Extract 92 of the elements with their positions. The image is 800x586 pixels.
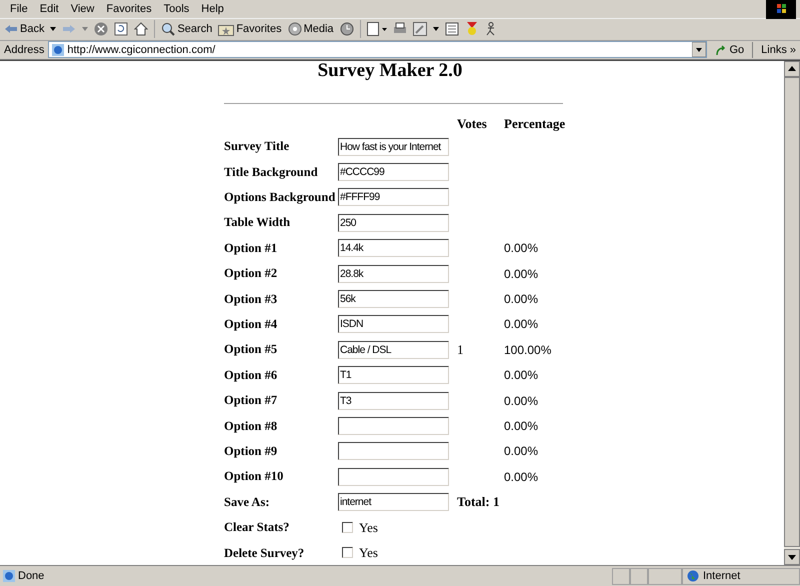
- back-button[interactable]: Back: [4, 21, 44, 38]
- edit-icon[interactable]: [412, 22, 427, 36]
- text-field[interactable]: How fast is your Internet: [338, 138, 449, 156]
- page-title: Survey Maker 2.0: [318, 60, 462, 81]
- running-figure-icon[interactable]: [484, 22, 497, 36]
- field-label: Table Width: [224, 214, 292, 232]
- field-label: Delete Survey?: [224, 544, 306, 562]
- text-field[interactable]: ISDN: [338, 315, 449, 334]
- vote-count: 1: [457, 341, 464, 359]
- caret-icon[interactable]: [50, 27, 56, 32]
- menu-item[interactable]: Tools: [158, 0, 196, 18]
- text-field[interactable]: [338, 442, 449, 460]
- percentage-value: 0.00%: [504, 418, 538, 435]
- percentage-value: 0.00%: [504, 316, 538, 334]
- field-label: Option #1: [224, 240, 278, 257]
- text-field[interactable]: T1: [338, 366, 449, 384]
- field-label: Option #7: [224, 392, 278, 410]
- percentage-value: 0.00%: [504, 367, 538, 384]
- percentage-value: 0.00%: [504, 290, 538, 308]
- windows-logo-icon: [766, 0, 796, 18]
- checkbox-label: Yes: [359, 544, 378, 562]
- field-label: Title Background: [224, 164, 319, 181]
- checkbox-label: Yes: [359, 518, 378, 537]
- total-label: Total: 1: [457, 493, 500, 512]
- field-label: Option #4: [224, 316, 278, 333]
- favorites-button[interactable]: Favorites: [218, 21, 282, 38]
- go-arrow-icon: [715, 44, 728, 56]
- text-field[interactable]: [338, 468, 449, 486]
- checkbox[interactable]: [342, 522, 353, 533]
- text-field[interactable]: #CCCC99: [338, 163, 449, 182]
- field-label: Survey Title: [224, 138, 290, 156]
- text-field[interactable]: internet: [338, 493, 449, 512]
- history-icon[interactable]: [340, 22, 354, 36]
- menu-item[interactable]: View: [64, 0, 100, 18]
- menu-item[interactable]: Help: [195, 0, 230, 18]
- text-field[interactable]: 14.4k: [338, 239, 449, 258]
- up-arrow-icon: [788, 66, 796, 72]
- status-pane: [612, 568, 630, 585]
- field-label: Option #9: [224, 442, 278, 460]
- scroll-up-button[interactable]: [784, 60, 800, 77]
- globe-icon: [687, 570, 699, 582]
- media-button[interactable]: Media: [288, 21, 334, 38]
- caret-icon[interactable]: [432, 27, 439, 32]
- scroll-thumb[interactable]: [784, 76, 800, 547]
- menu-item[interactable]: File: [4, 0, 34, 18]
- text-field[interactable]: Cable / DSL: [338, 340, 449, 359]
- text-field[interactable]: 28.8k: [338, 264, 449, 283]
- star-folder-icon: [218, 22, 234, 36]
- percentage-value: 100.00%: [504, 342, 552, 359]
- disc-icon: [288, 22, 302, 36]
- refresh-icon[interactable]: [114, 22, 128, 36]
- address-label: Address: [4, 42, 44, 58]
- search-button[interactable]: Search: [161, 21, 212, 38]
- zone-label: Internet: [703, 568, 740, 584]
- address-field[interactable]: http://www.cgiconnection.com/: [48, 41, 708, 58]
- field-label: Save As:: [224, 494, 270, 511]
- text-field[interactable]: [338, 416, 449, 435]
- stop-icon[interactable]: [94, 22, 108, 36]
- dropdown-icon[interactable]: [692, 42, 706, 58]
- menu-item[interactable]: Favorites: [100, 0, 158, 18]
- search-icon: [161, 22, 176, 36]
- medal-icon[interactable]: [464, 22, 479, 36]
- links-button[interactable]: Links »: [757, 41, 800, 58]
- field-label: Option #5: [224, 341, 278, 358]
- field-label: Option #6: [224, 366, 278, 384]
- column-header: Votes: [457, 115, 488, 134]
- status-text: Done: [18, 568, 46, 584]
- field-label: Option #3: [224, 290, 278, 308]
- percentage-value: 0.00%: [504, 468, 538, 486]
- percentage-value: 0.00%: [504, 443, 538, 460]
- percentage-value: 0.00%: [504, 392, 538, 410]
- back-arrow-icon: [4, 24, 18, 34]
- field-label: Option #8: [224, 418, 278, 435]
- field-label: Option #10: [224, 468, 284, 486]
- menu-item[interactable]: Edit: [34, 0, 65, 18]
- home-icon[interactable]: [134, 22, 148, 36]
- page-icon: [2, 569, 16, 584]
- scroll-down-button[interactable]: [784, 549, 800, 566]
- text-field[interactable]: 250: [338, 214, 449, 232]
- checkbox[interactable]: [342, 547, 353, 558]
- percentage-value: 0.00%: [504, 240, 538, 258]
- go-button[interactable]: Go: [711, 41, 748, 58]
- page-icon: [51, 42, 66, 57]
- field-label: Clear Stats?: [224, 519, 290, 536]
- text-field[interactable]: 56k: [338, 290, 449, 308]
- text-field[interactable]: T3: [338, 392, 449, 410]
- percentage-value: 0.00%: [504, 266, 538, 283]
- text-field[interactable]: #FFFF99: [338, 188, 449, 206]
- field-label: Options Background: [224, 189, 336, 206]
- field-label: Option #2: [224, 265, 278, 282]
- down-arrow-icon: [788, 554, 796, 560]
- column-header: Percentage: [504, 115, 566, 134]
